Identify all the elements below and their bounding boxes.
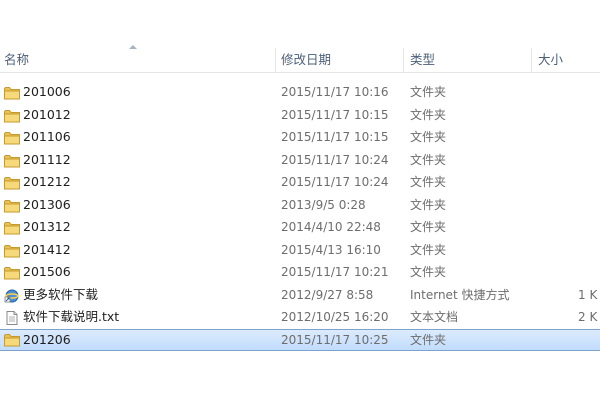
- file-modified-date: 2015/11/17 10:24: [281, 152, 389, 167]
- file-name: 201306: [23, 196, 71, 212]
- file-row[interactable]: 更多软件下载 2012/9/27 8:58 Internet 快捷方式 1 K: [0, 284, 600, 306]
- file-name: 201006: [23, 84, 71, 99]
- file-size: 2 K: [578, 310, 598, 324]
- sort-ascending-icon: [129, 45, 137, 49]
- file-name: 201412: [23, 241, 71, 257]
- file-type: Internet 快捷方式: [410, 287, 510, 302]
- file-type: 文件夹: [410, 152, 447, 167]
- file-row[interactable]: 201112 2015/11/17 10:24 文件夹: [0, 149, 600, 171]
- file-type: 文件夹: [410, 265, 447, 279]
- folder-icon: [4, 108, 20, 122]
- file-modified-date: 2013/9/5 0:28: [281, 197, 366, 212]
- file-modified-date: 2015/11/17 10:15: [281, 130, 389, 144]
- file-type: 文件夹: [410, 175, 447, 189]
- file-type: 文件夹: [410, 85, 447, 99]
- file-type: 文本文档: [410, 310, 459, 324]
- column-divider[interactable]: [403, 48, 404, 72]
- file-type: 文件夹: [410, 130, 447, 144]
- folder-icon: [4, 175, 20, 190]
- file-modified-date: 2012/9/27 8:58: [281, 287, 374, 302]
- file-row[interactable]: 201212 2015/11/17 10:24 文件夹: [0, 171, 600, 193]
- file-row[interactable]: 201312 2014/4/10 22:48 文件夹: [0, 216, 600, 238]
- file-modified-date: 2015/11/17 10:24: [281, 175, 389, 189]
- file-modified-date: 2012/10/25 16:20: [281, 310, 389, 324]
- column-header-type[interactable]: 类型: [410, 46, 530, 72]
- file-modified-date: 2015/11/17 10:25: [281, 332, 389, 347]
- text-file-icon: [4, 310, 20, 325]
- file-modified-date: 2015/11/17 10:16: [281, 85, 389, 99]
- folder-icon: [4, 333, 20, 347]
- file-name: 201106: [23, 129, 71, 144]
- folder-icon: [4, 220, 20, 235]
- folder-icon: [4, 243, 20, 257]
- file-row[interactable]: 201106 2015/11/17 10:15 文件夹: [0, 126, 600, 148]
- file-type: 文件夹: [410, 242, 447, 257]
- file-name: 201206: [23, 331, 71, 347]
- column-header-name[interactable]: 名称: [4, 46, 274, 72]
- folder-icon: [4, 198, 20, 212]
- file-name: 201506: [23, 264, 71, 279]
- file-type: 文件夹: [410, 197, 447, 212]
- folder-icon: [4, 85, 20, 100]
- file-type: 文件夹: [410, 107, 447, 122]
- folder-icon: [4, 265, 20, 280]
- file-modified-date: 2015/4/13 16:10: [281, 242, 381, 257]
- file-name: 201112: [23, 151, 71, 167]
- file-row[interactable]: 软件下载说明.txt 2012/10/25 16:20 文本文档 2 K: [0, 306, 600, 328]
- column-header-size[interactable]: 大小: [538, 46, 598, 72]
- file-row[interactable]: 201412 2015/4/13 16:10 文件夹: [0, 239, 600, 261]
- file-name: 201212: [23, 174, 71, 189]
- file-row-selected[interactable]: 201206 2015/11/17 10:25 文件夹: [0, 328, 600, 351]
- file-row[interactable]: 201012 2015/11/17 10:15 文件夹: [0, 104, 600, 126]
- file-size: 1 K: [578, 287, 598, 302]
- file-name: 201312: [23, 219, 71, 234]
- column-header-row: 名称 修改日期 类型 大小: [0, 46, 600, 73]
- file-name: 201012: [23, 106, 71, 122]
- file-name: 软件下载说明.txt: [23, 309, 120, 324]
- folder-icon: [4, 153, 20, 167]
- file-row[interactable]: 201006 2015/11/17 10:16 文件夹: [0, 81, 600, 103]
- column-divider[interactable]: [275, 48, 276, 72]
- file-modified-date: 2015/11/17 10:21: [281, 265, 389, 279]
- file-modified-date: 2014/4/10 22:48: [281, 220, 381, 234]
- column-header-date[interactable]: 修改日期: [281, 46, 403, 72]
- file-type: 文件夹: [410, 332, 447, 347]
- file-row[interactable]: 201306 2013/9/5 0:28 文件夹: [0, 194, 600, 216]
- file-row[interactable]: 201506 2015/11/17 10:21 文件夹: [0, 261, 600, 283]
- file-name: 更多软件下载: [23, 286, 99, 302]
- column-divider[interactable]: [531, 48, 532, 72]
- internet-shortcut-icon: [4, 288, 20, 302]
- file-modified-date: 2015/11/17 10:15: [281, 107, 389, 122]
- file-type: 文件夹: [410, 220, 447, 234]
- folder-icon: [4, 130, 20, 145]
